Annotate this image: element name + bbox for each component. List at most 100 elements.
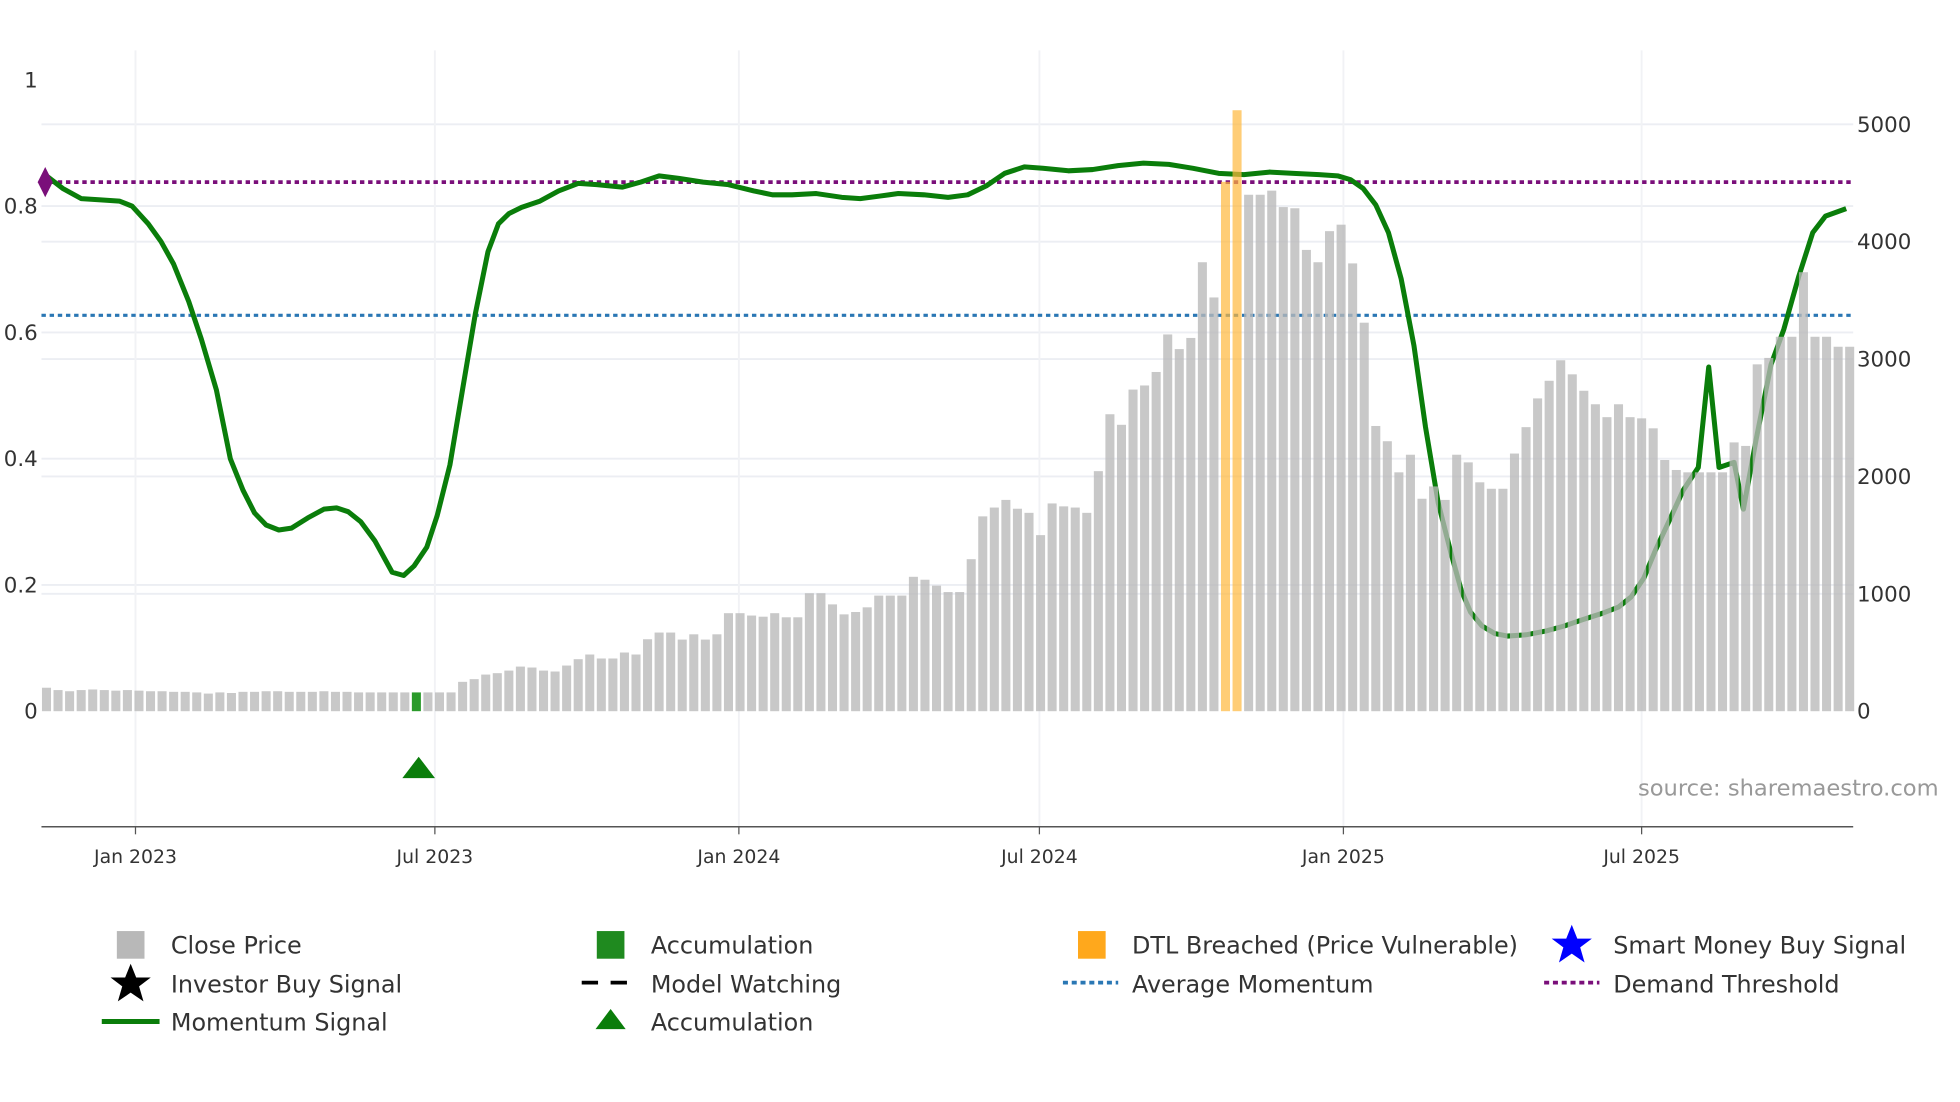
close-price-bar (1070, 507, 1080, 712)
y-left-tick-label: 0.4 (4, 447, 38, 472)
close-price-bar (989, 507, 999, 712)
close-price-bar (1001, 499, 1011, 712)
legend-item-model-watching[interactable]: Model Watching (581, 971, 842, 999)
close-price-bar (434, 692, 445, 712)
close-price-bar (1082, 512, 1092, 712)
close-price-bar (1140, 385, 1150, 712)
close-price-bar (504, 670, 514, 712)
close-price-bar (1093, 471, 1103, 712)
close-price-bar (1741, 445, 1751, 712)
close-price-bar (747, 615, 757, 712)
close-price-bar (1325, 231, 1335, 712)
close-price-bar (1405, 454, 1415, 712)
close-price-bar (1833, 346, 1843, 712)
close-price-bar (1382, 441, 1392, 712)
close-price-bar (145, 691, 156, 712)
close-price-bar (793, 617, 803, 712)
close-price-bar (885, 595, 895, 712)
y-left-tick-label: 0.6 (4, 321, 38, 346)
close-price-bar (354, 692, 364, 712)
legend-item-accumulation-marker[interactable]: Accumulation (595, 1008, 814, 1036)
close-price-bar (1440, 499, 1450, 712)
close-price-bar (908, 576, 918, 712)
close-price-bar (932, 585, 942, 712)
legend-item-demand-threshold[interactable]: Demand Threshold (1544, 971, 1840, 999)
momentum-price-chart: Jan 2023 Jul 2023 Jan 2024 Jul 2024 Jan 2025… (4, 50, 1939, 1036)
legend-label: DTL Breached (Price Vulnerable) (1132, 932, 1518, 960)
close-price-bar (539, 670, 549, 712)
demand-diamond-marker (37, 167, 53, 198)
x-tick-label: Jan 2023 (93, 847, 177, 868)
legend-label: Momentum Signal (171, 1008, 388, 1036)
close-price-bar (226, 692, 236, 712)
close-price-bar (585, 654, 595, 712)
close-price-bar (1590, 404, 1600, 712)
legend-item-momentum-signal[interactable]: Momentum Signal (101, 1008, 388, 1036)
close-price-bar (1209, 297, 1219, 712)
close-price-bar (966, 559, 976, 712)
close-price-bar (41, 687, 52, 712)
close-price-bar (955, 592, 965, 712)
close-price-bar (377, 692, 387, 712)
x-tick-label: Jul 2024 (1000, 847, 1078, 868)
close-price-bar (1752, 364, 1762, 712)
close-price-bar (76, 690, 86, 712)
close-price-bar (1486, 488, 1496, 712)
close-price-bar (180, 691, 190, 712)
close-price-bar (816, 593, 826, 712)
close-price-bar (1151, 371, 1161, 712)
source-label: source: sharemaestro.com (1638, 775, 1939, 801)
legend-square-icon (1078, 931, 1106, 959)
legend-label: Model Watching (651, 971, 841, 999)
close-price-bar (1556, 360, 1566, 712)
close-price-bar (469, 679, 479, 712)
close-price-bar (388, 692, 398, 712)
close-price-bar (192, 692, 202, 712)
close-price-bar (515, 666, 525, 712)
legend-item-accumulation-bar[interactable]: Accumulation (596, 931, 814, 960)
legend-item-dtl-breached[interactable]: DTL Breached (Price Vulnerable) (1078, 931, 1518, 960)
close-price-bar (1047, 503, 1057, 712)
close-price-bar (1116, 424, 1126, 712)
close-price-bar (1278, 207, 1288, 712)
legend-item-close-price[interactable]: Close Price (116, 931, 302, 960)
close-price-bar (365, 692, 375, 712)
close-price-bar (1671, 469, 1681, 712)
close-price-bar (1290, 208, 1300, 712)
close-price-bar (874, 595, 884, 712)
close-price-bar (169, 691, 179, 712)
close-price-bar (1533, 398, 1543, 712)
close-price-bar (1394, 472, 1404, 712)
close-price-bar (1729, 442, 1739, 712)
y-right-tick-label: 5000 (1857, 113, 1911, 138)
close-price-bar (712, 634, 722, 712)
legend-item-average-momentum[interactable]: Average Momentum (1062, 971, 1374, 999)
close-price-bar (1683, 472, 1693, 712)
close-price-bar (851, 612, 861, 712)
close-price-bar (307, 691, 317, 712)
close-price-bar (839, 614, 849, 712)
legend-item-smart-money[interactable]: Smart Money Buy Signal (1551, 924, 1907, 963)
close-price-bar (1371, 425, 1381, 712)
close-price-bar (654, 632, 664, 712)
close-price-bar (65, 691, 75, 712)
reference-lines (41, 180, 1854, 317)
close-price-bar (423, 692, 433, 712)
legend-item-investor-buy[interactable]: Investor Buy Signal (110, 963, 403, 1002)
dtl-breached-bar (1232, 110, 1242, 712)
close-price-bar (550, 671, 560, 712)
close-price-bar (481, 674, 491, 712)
close-price-bar (203, 693, 213, 712)
legend-label: Accumulation (651, 1008, 814, 1036)
close-price-bar (319, 691, 329, 712)
close-price-bar (1521, 427, 1531, 712)
close-price-bar (1267, 190, 1277, 712)
legend-label: Accumulation (651, 932, 814, 960)
legend-label: Smart Money Buy Signal (1613, 932, 1906, 960)
close-price-bars (41, 110, 1855, 712)
close-price-bar (122, 690, 132, 712)
y-left-tick-label: 0.2 (4, 573, 38, 598)
close-price-bar (1359, 322, 1369, 712)
legend-square-icon (116, 931, 145, 959)
close-price-bar (261, 691, 271, 712)
